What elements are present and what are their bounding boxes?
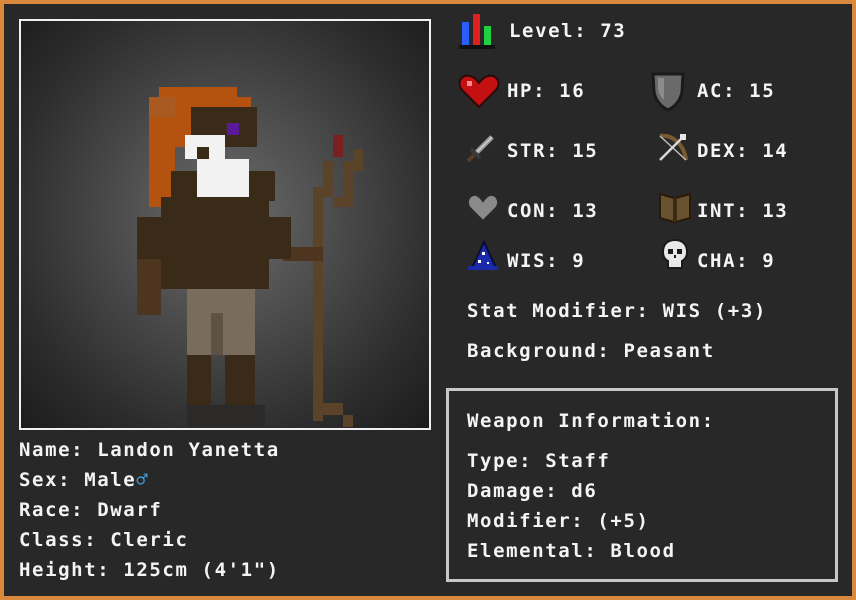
shield-icon xyxy=(651,72,685,112)
character-sex-label: Sex: Male xyxy=(19,469,137,491)
character-class: Class: Cleric xyxy=(19,529,189,551)
character-sex: Sex: Male♂ xyxy=(19,468,149,492)
dex-stat: DEX: 14 xyxy=(697,140,789,162)
character-race: Race: Dwarf xyxy=(19,499,163,521)
str-stat: STR: 15 xyxy=(507,140,599,162)
weapon-modifier: Modifier: (+5) xyxy=(467,510,650,532)
character-name: Name: Landon Yanetta xyxy=(19,439,280,461)
weapon-type: Type: Staff xyxy=(467,450,611,472)
weapon-info-heading: Weapon Information: xyxy=(467,410,715,432)
bar-chart-icon xyxy=(459,14,495,49)
hp-stat: HP: 16 xyxy=(507,80,586,102)
int-stat: INT: 13 xyxy=(697,200,789,222)
background: Background: Peasant xyxy=(467,340,715,362)
weapon-elemental: Elemental: Blood xyxy=(467,540,676,562)
wizard-hat-icon xyxy=(468,240,498,270)
grey-heart-icon xyxy=(466,193,500,223)
con-stat: CON: 13 xyxy=(507,200,599,222)
bow-icon xyxy=(659,133,688,161)
book-icon xyxy=(659,192,691,224)
stat-modifier: Stat Modifier: WIS (+3) xyxy=(467,300,767,322)
weapon-info-panel: Weapon Information: Type: Staff Damage: … xyxy=(446,388,838,582)
character-portrait xyxy=(19,19,431,430)
wis-stat: WIS: 9 xyxy=(507,250,586,272)
staff-sprite xyxy=(283,135,363,427)
pixel-character-sprite xyxy=(137,87,363,427)
weapon-damage: Damage: d6 xyxy=(467,480,598,502)
cha-stat: CHA: 9 xyxy=(697,250,776,272)
heart-icon xyxy=(458,74,500,109)
ac-stat: AC: 15 xyxy=(697,80,776,102)
male-symbol-icon: ♂ xyxy=(136,469,150,491)
character-card: Name: Landon Yanetta Sex: Male♂ Race: Dw… xyxy=(4,4,852,596)
sword-icon xyxy=(466,135,494,163)
skull-icon xyxy=(661,238,689,269)
level-stat: Level: 73 xyxy=(509,20,627,42)
character-height: Height: 125cm (4'1") xyxy=(19,559,280,581)
